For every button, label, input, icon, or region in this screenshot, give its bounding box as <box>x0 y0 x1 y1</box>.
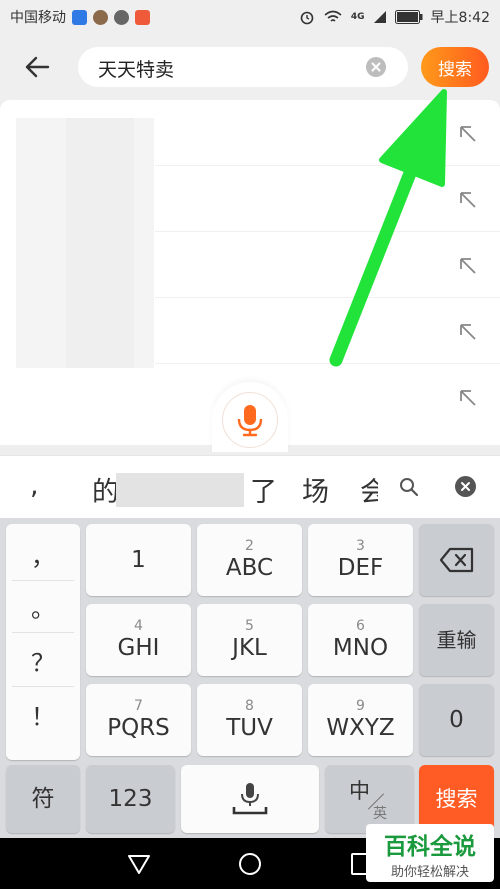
key-0[interactable]: 0 <box>419 684 494 756</box>
list-item[interactable] <box>0 232 500 298</box>
key-7-pqrs[interactable]: 7 PQRS <box>86 684 191 756</box>
wifi-icon <box>324 10 342 22</box>
list-item[interactable] <box>0 166 500 232</box>
ime-candidate-bar: , 的 了 场 会 <box>0 455 500 518</box>
backspace-key[interactable] <box>419 524 494 596</box>
wechat-icon <box>114 9 129 25</box>
fill-query-arrow-icon[interactable] <box>458 388 478 408</box>
fill-query-arrow-icon[interactable] <box>458 190 478 210</box>
list-item[interactable] <box>0 100 500 166</box>
punct-key[interactable]: ！ <box>12 688 74 740</box>
battery-icon <box>394 10 423 24</box>
carrier-label: 中国移动 <box>10 10 66 26</box>
key-6-mno[interactable]: 6 MNO <box>308 604 413 676</box>
voice-search-button[interactable] <box>222 392 278 448</box>
candidate-comma[interactable]: , <box>30 470 39 501</box>
candidate-chang[interactable]: 场 <box>302 470 329 509</box>
key-8-tuv[interactable]: 8 TUV <box>197 684 302 756</box>
fill-query-arrow-icon[interactable] <box>458 322 478 342</box>
watermark-logo: 百科全说 助你轻松解决 <box>366 824 494 882</box>
voice-input-icon <box>232 783 268 815</box>
clear-icon[interactable] <box>366 57 386 77</box>
key-4-ghi[interactable]: 4 GHI <box>86 604 191 676</box>
close-keyboard-icon[interactable] <box>455 476 476 497</box>
voice-search-tab <box>212 382 288 452</box>
search-button[interactable]: 搜索 <box>421 47 489 87</box>
punct-key[interactable]: 。 <box>12 580 74 633</box>
language-switch-key[interactable]: 中 英 <box>325 765 414 833</box>
key-5-jkl[interactable]: 5 JKL <box>197 604 302 676</box>
key-9-wxyz[interactable]: 9 WXYZ <box>308 684 413 756</box>
punct-key[interactable]: ， <box>12 528 74 581</box>
search-input[interactable]: 天天特卖 <box>78 47 408 87</box>
fill-query-arrow-icon[interactable] <box>458 124 478 144</box>
key-3-def[interactable]: 3 DEF <box>308 524 413 596</box>
shield-app-icon <box>72 9 87 25</box>
alarm-icon <box>300 11 314 25</box>
candidate-de[interactable]: 的 <box>92 470 119 509</box>
backspace-icon <box>439 547 473 573</box>
space-voice-key[interactable] <box>181 765 319 833</box>
fill-query-arrow-icon[interactable] <box>458 256 478 276</box>
watermark-subtitle: 助你轻松解决 <box>390 865 469 880</box>
key-1[interactable]: 1 <box>86 524 191 596</box>
status-bar: 中国移动 4G 早上8:42 <box>0 0 500 34</box>
search-icon[interactable] <box>398 476 420 498</box>
nav-back-icon[interactable] <box>126 851 152 877</box>
clock: 早上8:42 <box>430 10 490 26</box>
shop-app-icon <box>135 9 150 25</box>
key-2-abc[interactable]: 2 ABC <box>197 524 302 596</box>
enter-search-key[interactable]: 搜索 <box>419 765 494 833</box>
ime-keyboard: ， 。 ？ ！ 1 2 ABC 3 DEF 4 GHI 5 JKL 6 MNO … <box>0 518 500 838</box>
symbol-key[interactable]: 符 <box>6 765 80 833</box>
candidate-hui[interactable]: 会 <box>360 470 378 509</box>
lang-main-label: 中 <box>349 779 370 803</box>
reinput-key[interactable]: 重输 <box>419 604 494 676</box>
back-arrow-icon[interactable] <box>22 52 52 82</box>
camera-app-icon <box>93 9 108 25</box>
nav-home-icon[interactable] <box>237 851 263 877</box>
microphone-icon <box>237 405 263 437</box>
watermark-title: 百科全说 <box>384 834 476 860</box>
search-header: 天天特卖 搜索 <box>0 34 500 100</box>
search-query: 天天特卖 <box>98 59 175 81</box>
candidate-le[interactable]: 了 <box>250 470 277 509</box>
signal-icon <box>373 11 386 23</box>
blurred-candidate <box>116 473 244 507</box>
punct-key[interactable]: ？ <box>12 634 74 687</box>
lang-sub-label: 英 <box>373 806 387 822</box>
number-switch-key[interactable]: 123 <box>86 765 175 833</box>
list-item[interactable] <box>0 298 500 364</box>
punctuation-column: ， 。 ？ ！ <box>6 524 80 760</box>
network-type: 4G <box>350 12 365 22</box>
